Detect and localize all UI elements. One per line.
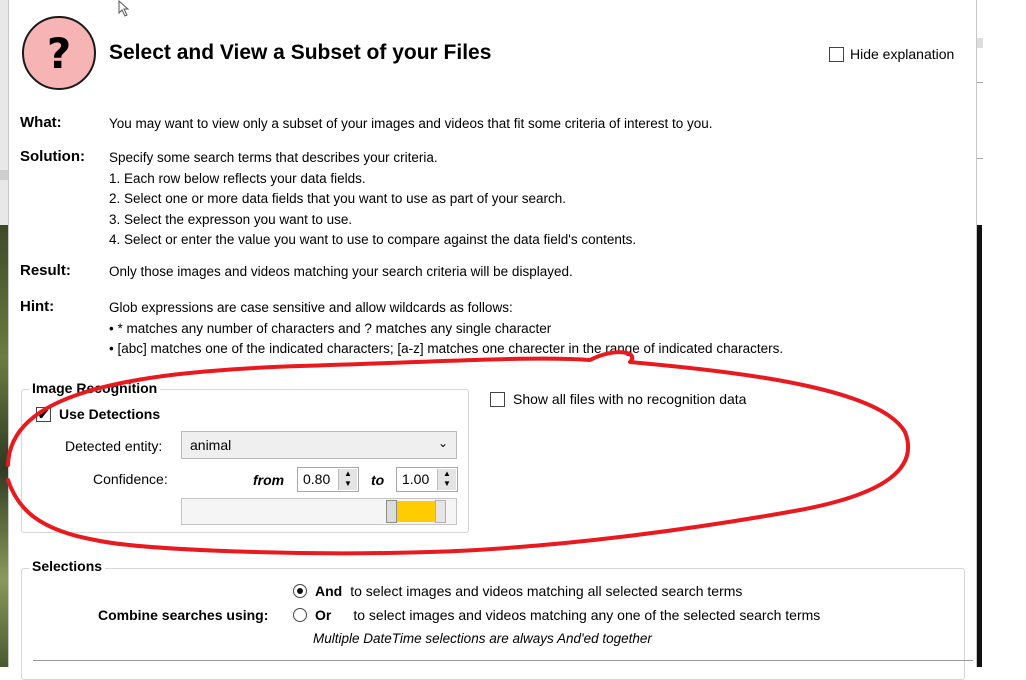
hide-explanation-label: Hide explanation	[850, 46, 955, 62]
confidence-range-slider[interactable]	[181, 498, 457, 525]
what-text: You may want to view only a subset of yo…	[109, 116, 713, 131]
radio-or-label: Or	[315, 607, 332, 623]
confidence-label: Confidence:	[93, 471, 168, 487]
to-label: to	[371, 472, 385, 488]
chevron-down-icon[interactable]: ⌄	[438, 436, 448, 450]
solution-line: 4. Select or enter the value you want to…	[109, 232, 637, 247]
radio-and[interactable]: And to select images and videos matching…	[293, 583, 742, 599]
solution-text: Specify some search terms that describes…	[109, 148, 636, 251]
hint-text: Glob expressions are case sensitive and …	[109, 298, 783, 360]
result-text: Only those images and videos matching yo…	[109, 264, 573, 279]
background-fragment	[0, 170, 8, 180]
hide-explanation-checkbox[interactable]: Hide explanation	[829, 46, 954, 62]
range-selection	[397, 501, 435, 522]
background-window-left	[0, 0, 8, 667]
use-detections-label: Use Detections	[59, 406, 161, 422]
solution-line: 2. Select one or more data fields that y…	[109, 191, 567, 206]
hint-line: Glob expressions are case sensitive and …	[109, 300, 513, 315]
checkbox-box[interactable]	[490, 391, 505, 407]
confidence-from-spinner[interactable]: 0.80 ▲ ▼	[297, 467, 359, 492]
background-window-right	[975, 0, 1026, 667]
confidence-from-value[interactable]: 0.80	[303, 471, 330, 487]
check-icon[interactable]: ✔	[36, 406, 51, 422]
detected-entity-value: animal	[190, 437, 232, 453]
question-mark-icon: ?	[22, 16, 96, 90]
select-subset-dialog: ? Select and View a Subset of your Files…	[8, 0, 977, 680]
spinner-arrows-icon[interactable]: ▲ ▼	[437, 469, 456, 490]
confidence-to-spinner[interactable]: 1.00 ▲ ▼	[396, 467, 458, 492]
spin-down-icon[interactable]: ▼	[443, 479, 451, 488]
solution-label: Solution:	[20, 148, 85, 165]
detected-entity-dropdown[interactable]: animal ⌄	[181, 431, 457, 459]
range-low-thumb[interactable]	[386, 500, 398, 523]
hint-line: • [abc] matches one of the indicated cha…	[109, 341, 784, 356]
selections-title: Selections	[29, 558, 106, 574]
spin-down-icon[interactable]: ▼	[344, 479, 352, 488]
solution-line: 1. Each row below reflects your data fie…	[109, 170, 366, 186]
spin-up-icon[interactable]: ▲	[443, 469, 451, 478]
show-all-label: Show all files with no recognition data	[513, 391, 747, 407]
radio-and-description: to select images and videos matching all…	[350, 583, 743, 599]
result-label: Result:	[20, 262, 71, 279]
dialog-title: Select and View a Subset of your Files	[109, 41, 492, 64]
radio-or-description: to select images and videos matching any…	[353, 607, 821, 623]
checkbox-box[interactable]	[829, 46, 844, 62]
radio-and-dot[interactable]	[293, 584, 307, 598]
range-high-thumb[interactable]	[435, 500, 446, 523]
mouse-cursor-icon	[118, 0, 130, 17]
hint-label: Hint:	[20, 298, 55, 315]
divider	[33, 660, 973, 661]
show-all-no-recognition-checkbox[interactable]: Show all files with no recognition data	[490, 391, 746, 407]
solution-line: Specify some search terms that describes…	[109, 150, 438, 165]
combine-searches-label: Combine searches using:	[98, 607, 269, 623]
datetime-and-note: Multiple DateTime selections are always …	[313, 631, 652, 646]
radio-and-label: And	[315, 583, 343, 599]
confidence-to-value[interactable]: 1.00	[402, 471, 429, 487]
hint-line: • * matches any number of characters and…	[109, 320, 552, 336]
what-label: What:	[20, 114, 62, 131]
background-image	[0, 225, 8, 667]
image-recognition-title: Image Recognition	[29, 380, 161, 396]
solution-line: 3. Select the expresson you want to use.	[109, 211, 353, 227]
radio-or-dot[interactable]	[293, 608, 307, 622]
spinner-arrows-icon[interactable]: ▲ ▼	[338, 469, 357, 490]
spin-up-icon[interactable]: ▲	[344, 469, 352, 478]
radio-or[interactable]: Or to select images and videos matching …	[293, 607, 820, 623]
from-label: from	[253, 472, 285, 488]
use-detections-checkbox[interactable]: ✔ Use Detections	[36, 406, 160, 422]
detected-entity-label: Detected entity:	[65, 438, 163, 454]
